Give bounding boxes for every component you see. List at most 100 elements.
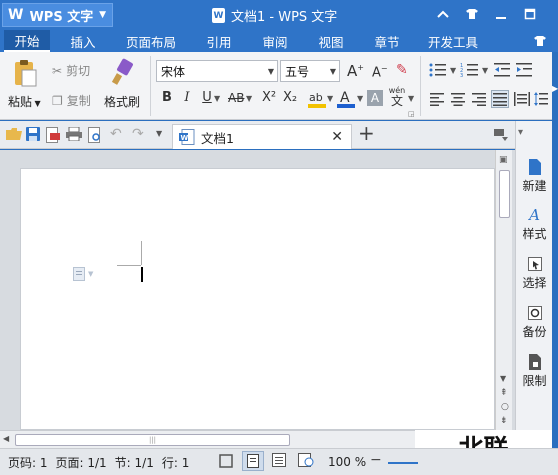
tab-section[interactable]: 章节 bbox=[364, 30, 410, 52]
shrink-font-button[interactable]: A− bbox=[372, 64, 388, 80]
chevron-down-icon: ▼ bbox=[329, 66, 336, 76]
app-name: WPS 文字 bbox=[29, 9, 94, 25]
superscript-button[interactable]: X² bbox=[262, 90, 276, 105]
scroll-down-arrow[interactable]: ▼ bbox=[500, 374, 506, 383]
collapse-ribbon-button[interactable] bbox=[432, 4, 454, 24]
align-right-icon[interactable] bbox=[472, 92, 486, 109]
chevron-right-icon[interactable]: ▶ bbox=[552, 84, 558, 93]
title-bar: W WPS 文字 ▼ W 文档1 - WPS 文字 bbox=[0, 0, 558, 30]
customize-toolbar-icon[interactable]: ▼ bbox=[156, 129, 162, 138]
backup-icon bbox=[516, 303, 553, 323]
skin-icon[interactable] bbox=[461, 4, 483, 24]
copy-button[interactable]: ❐ 复制 bbox=[52, 92, 91, 109]
vertical-scrollbar[interactable]: ▣ ▼ ⇞ ○ ⇟ bbox=[495, 150, 512, 430]
bullets-icon[interactable] bbox=[428, 62, 450, 81]
prev-page-icon[interactable]: ⇞ bbox=[500, 388, 508, 398]
print-preview-icon[interactable] bbox=[88, 127, 102, 143]
scroll-thumb[interactable]: ||| bbox=[15, 434, 290, 446]
open-folder-icon[interactable] bbox=[6, 127, 22, 141]
tab-references[interactable]: 引用 bbox=[196, 30, 242, 52]
app-menu-button[interactable]: W WPS 文字 ▼ bbox=[2, 3, 113, 27]
chevron-down-icon: ▼ bbox=[482, 66, 489, 75]
font-size-select[interactable]: 五号 ▼ bbox=[280, 60, 340, 82]
undo-icon[interactable]: ↶ bbox=[110, 126, 122, 142]
margin-mark bbox=[117, 265, 141, 266]
tab-review[interactable]: 审阅 bbox=[252, 30, 298, 52]
svg-text:A: A bbox=[340, 90, 350, 106]
export-pdf-icon[interactable] bbox=[46, 127, 60, 143]
strikethrough-button[interactable]: AB bbox=[228, 91, 244, 105]
distributed-align-icon[interactable] bbox=[514, 92, 530, 109]
tab-page-layout[interactable]: 页面布局 bbox=[118, 30, 184, 52]
grow-font-button[interactable]: A+ bbox=[347, 62, 364, 80]
select-pane-button[interactable]: 选择 bbox=[516, 254, 553, 291]
pinyin-guide-button[interactable]: wén 文 bbox=[388, 86, 406, 108]
zoom-level[interactable]: 100 % bbox=[328, 455, 366, 469]
highlight-icon[interactable]: ab bbox=[308, 88, 326, 110]
new-doc-pane-button[interactable]: 新建 bbox=[516, 157, 553, 194]
split-view-icon[interactable]: ▣ bbox=[499, 155, 508, 165]
tab-developer[interactable]: 开发工具 bbox=[420, 30, 486, 52]
save-icon[interactable] bbox=[26, 127, 40, 141]
tab-insert[interactable]: 插入 bbox=[60, 30, 106, 52]
styles-pane-button[interactable]: A 样式 bbox=[516, 205, 553, 242]
maximize-button[interactable] bbox=[519, 4, 541, 24]
outline-view-icon[interactable] bbox=[272, 453, 286, 470]
close-tab-icon[interactable]: ✕ bbox=[331, 129, 343, 145]
pane-menu-icon[interactable]: ▾ bbox=[518, 127, 523, 138]
document-page[interactable]: ▼ bbox=[20, 168, 495, 430]
italic-button[interactable]: I bbox=[178, 90, 196, 105]
divider bbox=[150, 56, 151, 116]
font-name-select[interactable]: 宋体 ▼ bbox=[156, 60, 278, 82]
increase-indent-icon[interactable] bbox=[516, 62, 534, 81]
grow-font-label: A bbox=[347, 62, 358, 80]
shirt-icon[interactable] bbox=[530, 30, 550, 52]
scroll-left-arrow[interactable]: ◀ bbox=[3, 434, 9, 443]
pane-label-select: 选择 bbox=[522, 276, 547, 290]
pane-label-styles: 样式 bbox=[522, 227, 547, 241]
print-icon[interactable] bbox=[66, 127, 82, 141]
paste-icon[interactable] bbox=[12, 58, 38, 88]
redo-icon[interactable]: ↷ bbox=[132, 126, 144, 142]
align-center-icon[interactable] bbox=[451, 92, 465, 109]
line-spacing-icon[interactable] bbox=[534, 92, 548, 109]
decrease-indent-icon[interactable] bbox=[494, 62, 512, 81]
horizontal-scrollbar[interactable]: ◀ ||| bbox=[0, 430, 415, 448]
new-tab-button[interactable]: + bbox=[358, 121, 375, 145]
tab-start[interactable]: 开始 bbox=[4, 30, 50, 52]
pinyin-bottom: 文 bbox=[390, 94, 403, 108]
chevron-down-icon: ▼ bbox=[214, 94, 221, 103]
minimize-button[interactable] bbox=[490, 4, 512, 24]
next-page-icon[interactable]: ⇟ bbox=[500, 416, 508, 426]
paragraph-layout-icon[interactable]: ▼ bbox=[73, 267, 93, 281]
clear-format-icon[interactable]: ✎ bbox=[396, 62, 408, 78]
zoom-slider[interactable] bbox=[388, 462, 418, 464]
tab-view[interactable]: 视图 bbox=[308, 30, 354, 52]
fullscreen-icon[interactable] bbox=[218, 453, 234, 472]
dialog-launcher-icon[interactable]: ◲ bbox=[408, 110, 415, 118]
tab-list-icon[interactable] bbox=[494, 129, 508, 144]
char-shading-icon[interactable]: A bbox=[367, 90, 383, 106]
document-tab[interactable]: W 文档1 ✕ bbox=[172, 124, 352, 149]
task-pane: ▾ 新建 A 样式 选择 备份 限制 bbox=[515, 121, 552, 430]
paste-button[interactable]: 粘贴 ▼ bbox=[8, 93, 41, 110]
pane-label-restrict: 限制 bbox=[522, 374, 547, 388]
align-left-icon[interactable] bbox=[430, 92, 444, 109]
zoom-out-button[interactable]: − bbox=[370, 452, 382, 468]
justify-icon[interactable] bbox=[491, 90, 509, 108]
scroll-thumb[interactable] bbox=[499, 170, 510, 218]
bold-button[interactable]: B bbox=[158, 90, 176, 105]
subscript-button[interactable]: X₂ bbox=[283, 90, 297, 105]
ribbon: 粘贴 ▼ ✂ 剪切 ❐ 复制 格式刷 宋体 ▼ 五号 ▼ A+ A− ✎ B I U ▼… bbox=[0, 52, 552, 120]
web-view-icon[interactable] bbox=[298, 453, 314, 470]
backup-pane-button[interactable]: 备份 bbox=[516, 303, 553, 340]
format-painter-button[interactable]: 格式刷 bbox=[104, 93, 140, 110]
cut-button[interactable]: ✂ 剪切 bbox=[52, 62, 90, 79]
numbering-icon[interactable]: 123 bbox=[460, 62, 482, 81]
brush-icon[interactable] bbox=[110, 58, 136, 88]
font-color-icon[interactable]: A bbox=[337, 88, 355, 110]
page-view-icon[interactable] bbox=[242, 451, 264, 471]
restrict-pane-button[interactable]: 限制 bbox=[516, 352, 553, 389]
select-browse-object-icon[interactable]: ○ bbox=[501, 402, 509, 412]
chevron-down-icon: ▼ bbox=[267, 66, 274, 76]
